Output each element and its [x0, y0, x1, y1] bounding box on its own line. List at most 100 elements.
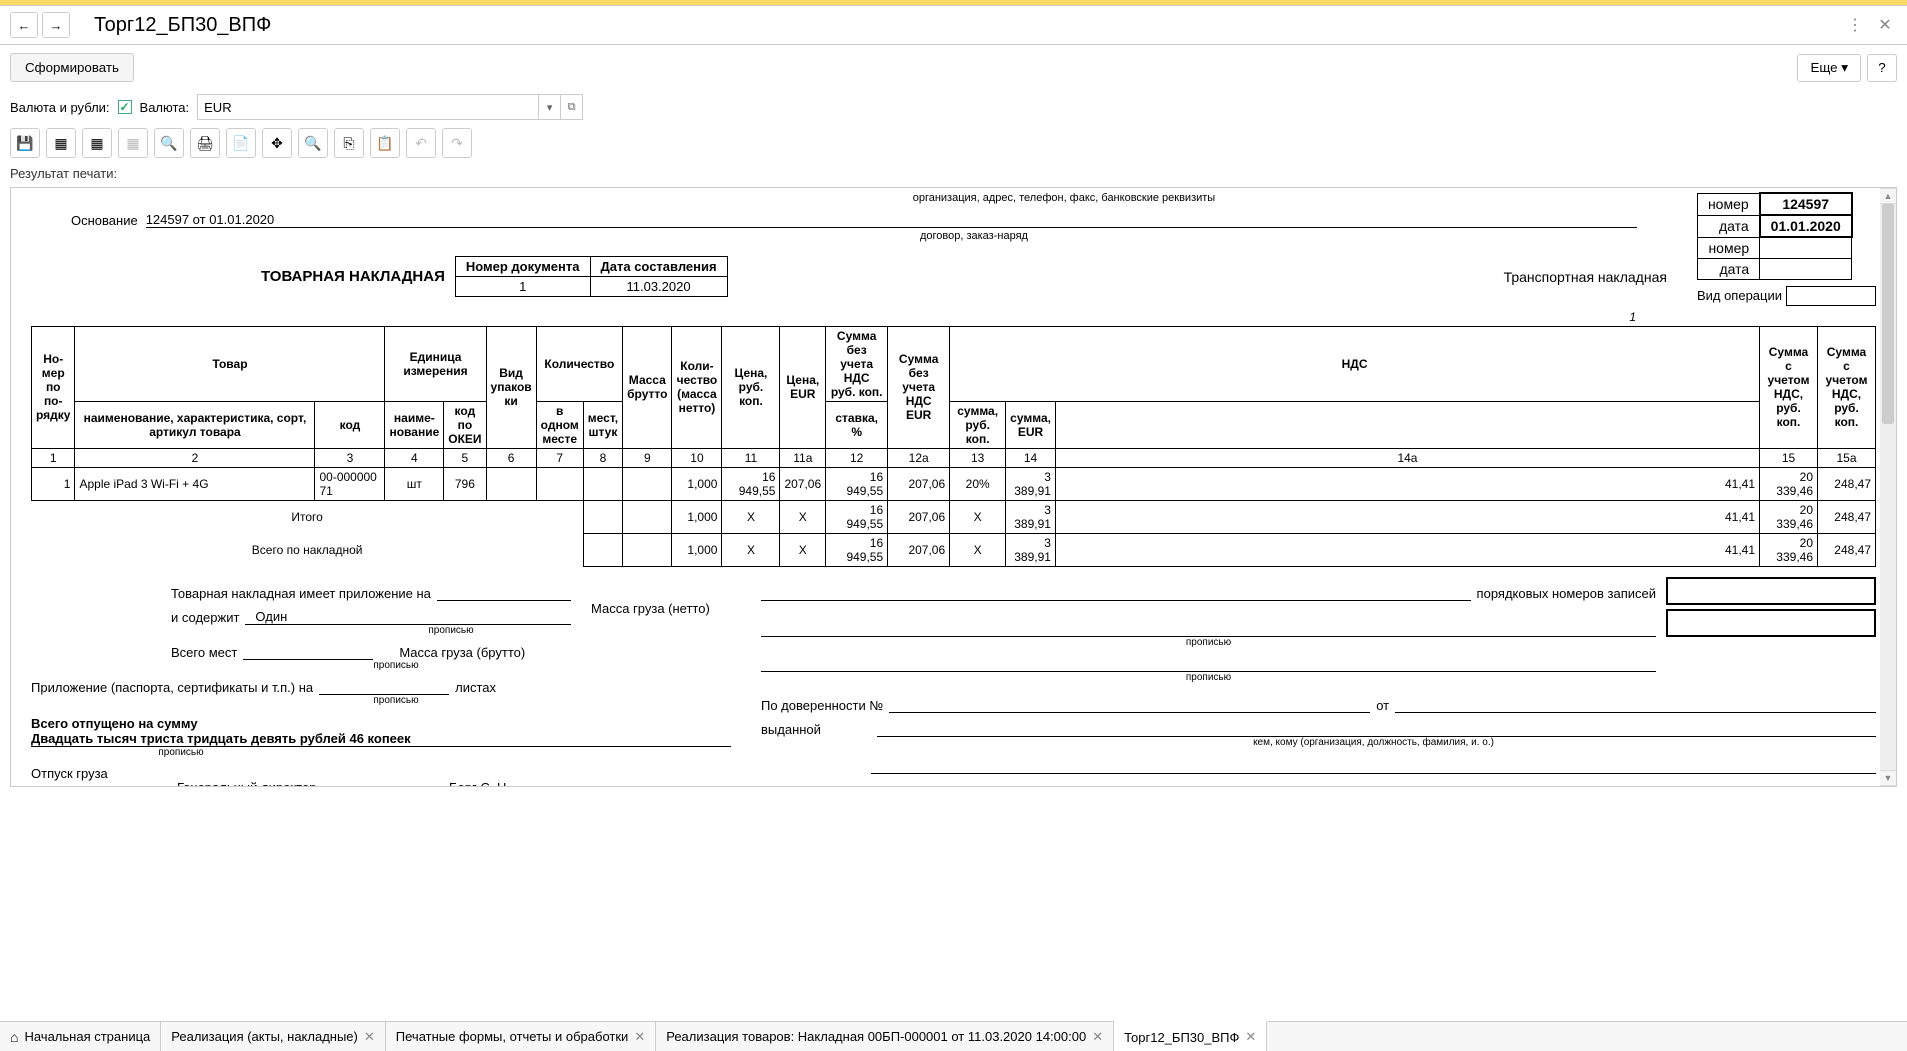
printer-icon: 🖨	[196, 135, 214, 152]
mass-gross-box	[1666, 609, 1876, 637]
print-button[interactable]: 🖨	[190, 128, 220, 158]
net-line	[761, 585, 1471, 601]
serial-records-label: порядковых номеров записей	[1477, 586, 1656, 601]
basis-value: 124597 от 01.01.2020	[146, 212, 1637, 228]
mass-net-line	[761, 621, 1656, 637]
tab-realization[interactable]: Реализация (акты, накладные)✕	[161, 1022, 386, 1051]
tab-close-button[interactable]: ✕	[634, 1029, 645, 1045]
grid-edit-icon: ▦	[90, 135, 103, 152]
window-close-button[interactable]: ✕	[1873, 13, 1897, 37]
tab-print-forms[interactable]: Печатные формы, отчеты и обработки✕	[386, 1022, 656, 1051]
undo-button[interactable]: ↶	[406, 128, 436, 158]
tab-torg12[interactable]: Торг12_БП30_ВПФ✕	[1114, 1021, 1267, 1051]
scroll-down-button[interactable]: ▼	[1880, 770, 1896, 786]
currency-expand-button[interactable]: ⧉	[560, 95, 582, 119]
transport-label: Транспортная накладная	[1504, 269, 1667, 285]
grid-button[interactable]: ▦	[46, 128, 76, 158]
rb-tn-date-val	[1760, 258, 1852, 279]
dots-vertical-icon: ⋮	[1847, 15, 1863, 35]
more-button[interactable]: Еще ▾	[1797, 54, 1861, 82]
in-words-4: прописью	[31, 747, 331, 758]
proxy-num-line	[889, 697, 1370, 713]
proxy-date-line	[1395, 697, 1876, 713]
redo-button[interactable]: ↷	[442, 128, 472, 158]
preview-button[interactable]: 🔍	[154, 128, 184, 158]
window-menu-button[interactable]: ⋮	[1843, 13, 1867, 37]
rb-tn-date-lbl: дата	[1697, 258, 1759, 279]
mass-gross-line	[761, 656, 1656, 672]
attachment-doc-label: Приложение (паспорта, сертификаты и т.п.…	[31, 680, 313, 695]
tab-label: Реализация товаров: Накладная 00БП-00000…	[666, 1029, 1086, 1044]
vsego-row: Всего по накладной 1,000 X X 16 949,55 2…	[32, 533, 1876, 566]
scroll-up-button[interactable]: ▲	[1880, 188, 1896, 204]
th-goods: Товар	[75, 326, 385, 401]
th-snv-eur: Сумма без учета НДС EUR	[888, 326, 950, 448]
grid-icon: ▦	[54, 135, 67, 152]
release-allowed-label: Отпуск груза разрешил	[31, 766, 171, 787]
copy-icon: ⎘	[343, 135, 354, 152]
docnum-h2: Дата составления	[590, 257, 727, 277]
th-price-eur: Цена, EUR	[780, 326, 826, 448]
docnum-v1: 1	[455, 277, 590, 297]
org-hint: организация, адрес, телефон, факс, банко…	[451, 192, 1677, 204]
nav-back-button[interactable]: ←	[10, 12, 38, 38]
tab-home[interactable]: ⌂Начальная страница	[0, 1022, 161, 1051]
th-num: Но-мер по по-рядку	[32, 326, 75, 448]
tabs-bar: ⌂Начальная страница Реализация (акты, на…	[0, 1021, 1907, 1051]
arrow-left-icon: ←	[18, 18, 31, 33]
tab-close-button[interactable]: ✕	[1092, 1029, 1103, 1045]
th-vat-rub: сумма, руб. коп.	[950, 401, 1006, 448]
doc-num-table: Номер документаДата составления 111.03.2…	[455, 256, 728, 297]
preview-scroll[interactable]: организация, адрес, телефон, факс, банко…	[11, 188, 1896, 786]
scroll-thumb[interactable]	[1882, 204, 1894, 424]
th-tot-eur: Сумма с учетом НДС, руб. коп.	[1818, 326, 1876, 448]
copy-button[interactable]: ⎘	[334, 128, 364, 158]
zoom-button[interactable]: 🔍	[298, 128, 328, 158]
docnum-h1: Номер документа	[455, 257, 590, 277]
paste-button[interactable]: 📋	[370, 128, 400, 158]
in-words-3: прописью	[331, 695, 461, 706]
operation-label: Вид операции	[1697, 288, 1782, 303]
th-name: наименование, характеристика, сорт, арти…	[75, 401, 315, 448]
vertical-scrollbar[interactable]: ▲ ▼	[1880, 188, 1896, 786]
in-words-1: прописью	[331, 625, 571, 636]
release-name: Борг С. Н.	[449, 780, 731, 787]
zoom-icon: 🔍	[304, 135, 321, 152]
nav-forward-button[interactable]: →	[42, 12, 70, 38]
scroll-track[interactable]	[1880, 204, 1896, 770]
contains-value: Один	[245, 609, 571, 625]
th-gross: Масса брутто	[623, 326, 672, 448]
th-net: Коли-чество (масса нетто)	[672, 326, 722, 448]
currency-rubles-checkbox[interactable]: ✓	[118, 100, 132, 114]
page-setup-button[interactable]: 📄	[226, 128, 256, 158]
release-sig	[323, 780, 443, 787]
tab-close-button[interactable]: ✕	[1245, 1029, 1256, 1045]
rb-number-val: 124597	[1760, 193, 1852, 215]
save-button[interactable]: 💾	[10, 128, 40, 158]
has-attachment-label: Товарная накладная имеет приложение на	[171, 586, 431, 601]
grid-edit-button[interactable]: ▦	[82, 128, 112, 158]
th-qty: Количество	[536, 326, 622, 401]
currency-input[interactable]	[198, 98, 538, 117]
currency-dropdown-button[interactable]: ▾	[538, 95, 560, 119]
fit-button[interactable]: ✥	[262, 128, 292, 158]
undo-icon: ↶	[415, 135, 427, 152]
th-unit-name: наиме-нование	[385, 401, 444, 448]
tab-realization-doc[interactable]: Реализация товаров: Накладная 00БП-00000…	[656, 1022, 1114, 1051]
th-vat: НДС	[950, 326, 1760, 401]
help-button[interactable]: ?	[1867, 54, 1897, 82]
grid-gray-button[interactable]: ▦	[118, 128, 148, 158]
colnum-row: 123456789101111а1212а131414а1515а	[32, 448, 1876, 467]
th-vat-eur: сумма, EUR	[1006, 401, 1056, 448]
doc-title: ТОВАРНАЯ НАКЛАДНАЯ	[261, 268, 445, 285]
toolbar-row: 💾 ▦ ▦ ▦ 🔍 🖨 📄 ✥ 🔍 ⎘ 📋 ↶ ↷	[0, 124, 1907, 162]
preview-area: организация, адрес, телефон, факс, банко…	[10, 187, 1897, 787]
generate-button[interactable]: Сформировать	[10, 53, 134, 82]
operation-box	[1786, 286, 1876, 306]
tab-label: Начальная страница	[24, 1029, 150, 1044]
currency-select: ▾ ⧉	[197, 94, 583, 120]
tab-close-button[interactable]: ✕	[364, 1029, 375, 1045]
rb-date-val: 01.01.2020	[1760, 215, 1852, 237]
sum-words: Двадцать тысяч триста тридцать девять ру…	[31, 731, 731, 747]
arrow-right-icon: →	[50, 18, 63, 33]
